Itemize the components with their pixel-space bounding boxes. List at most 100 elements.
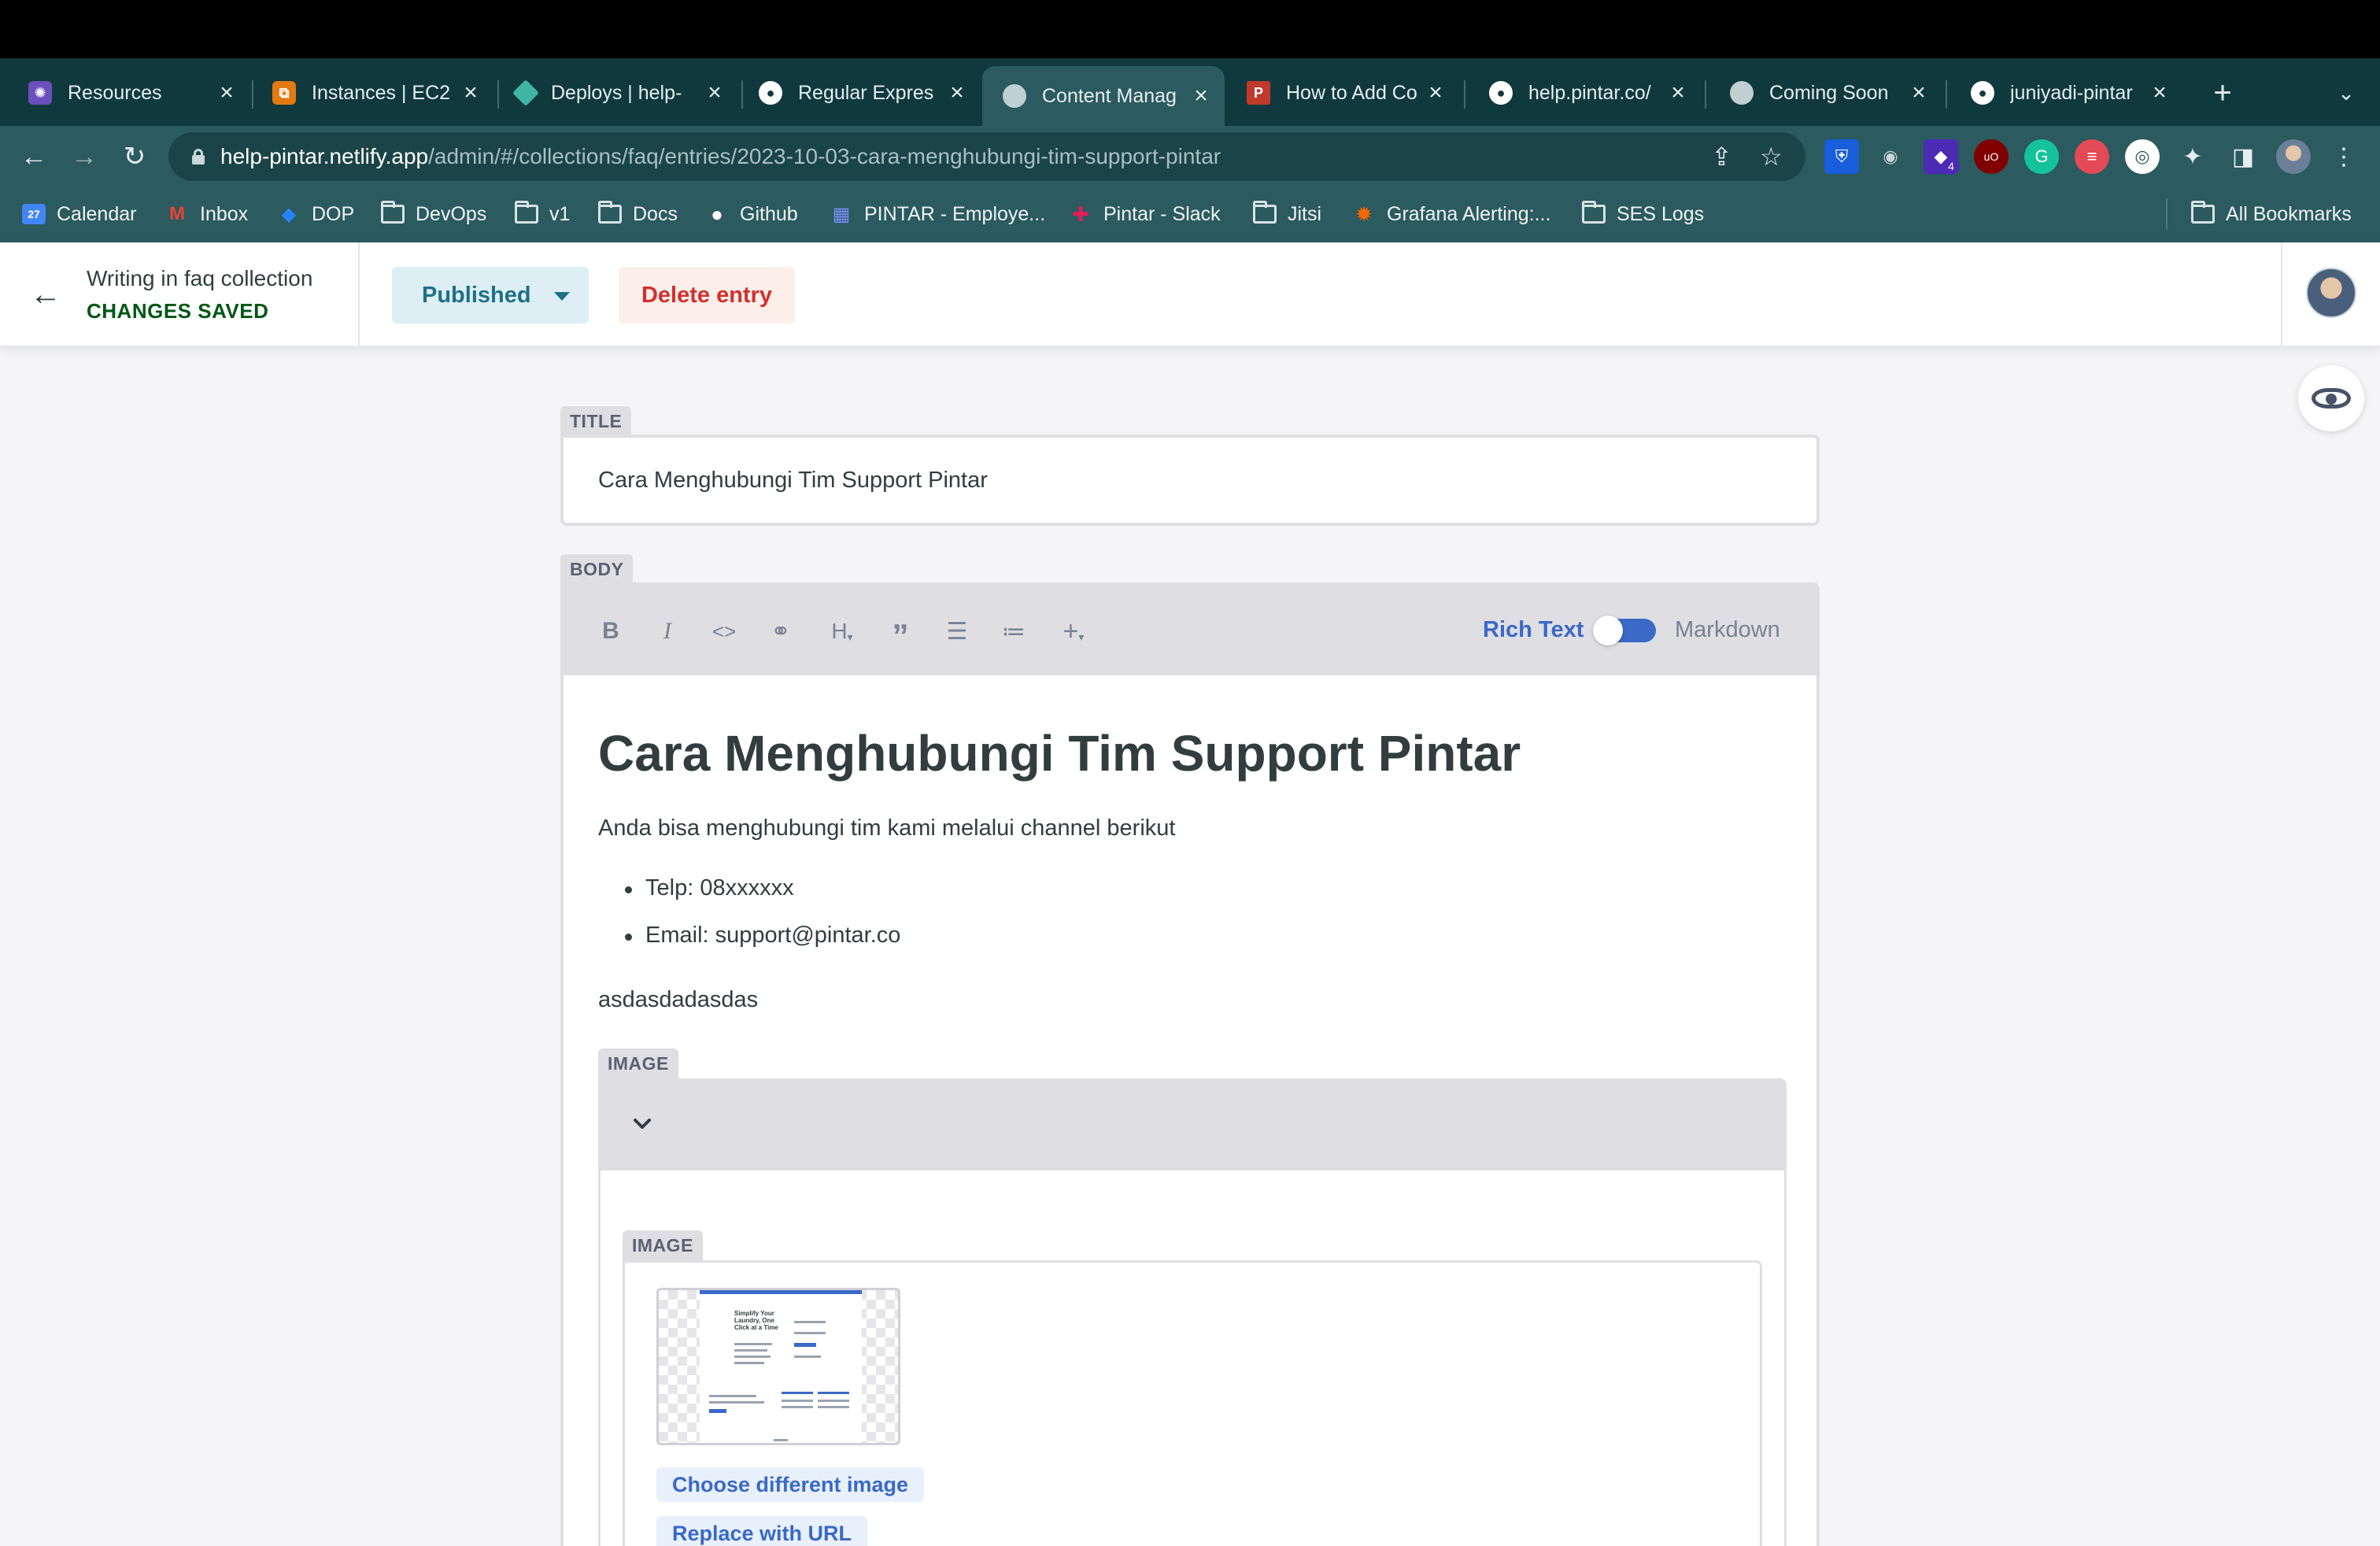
close-icon[interactable]: × [1187, 83, 1215, 109]
bookmark-label: Docs [633, 202, 678, 225]
numbered-list-icon[interactable]: ≔ [995, 612, 1033, 650]
add-component-icon[interactable]: + ▾ [1051, 612, 1096, 650]
todoist-icon[interactable]: ≡ [2075, 139, 2109, 174]
tab-regular-expressions[interactable]: ● Regular Expres × [730, 66, 981, 120]
bookmark-label: DevOps [416, 202, 487, 225]
bookmark-pintar-employee[interactable]: ▦ PINTAR - Employe... [830, 200, 1045, 228]
tab-content-manager[interactable]: Content Manag × [982, 66, 1225, 126]
bullet-list-icon[interactable]: ☰ [938, 612, 976, 650]
tab-help-pintar[interactable]: ● help.pintar.co/ × [1461, 66, 1702, 120]
content-paragraph[interactable]: asdasdadasdas [598, 987, 758, 1013]
bookmark-v1[interactable]: v1 [515, 200, 570, 228]
image-field-label: IMAGE [623, 1230, 703, 1260]
tab-title: Deploys | help- [551, 81, 682, 104]
tab-juniyadi-pintar[interactable]: ● juniyadi-pintar × [1942, 66, 2183, 120]
tab-title: How to Add Co [1286, 81, 1417, 104]
profile-avatar[interactable] [2276, 139, 2311, 174]
tab-coming-soon[interactable]: Coming Soon × [1702, 66, 1942, 120]
camera-icon[interactable]: ◉ [1873, 139, 1908, 174]
close-icon[interactable]: × [456, 80, 485, 106]
italic-icon[interactable]: I [649, 612, 686, 650]
tab-title: Coming Soon [1769, 81, 1889, 104]
heading-icon[interactable]: H ▾ [820, 612, 864, 650]
bookmark-grafana[interactable]: ✹ Grafana Alerting:... [1352, 200, 1550, 228]
content-heading[interactable]: Cara Menghubungi Tim Support Pintar [598, 724, 1521, 782]
bookmark-dop[interactable]: ◆ DOP [277, 200, 354, 228]
back-arrow-icon[interactable]: ← [28, 277, 63, 312]
url-bar[interactable]: help-pintar.netlify.app/admin/#/collecti… [168, 132, 1805, 181]
circle-extension-icon[interactable]: ◎ [2125, 139, 2160, 174]
bold-icon[interactable]: B [592, 612, 630, 650]
thumbnail-button [782, 1392, 813, 1394]
bookmark-ses-logs[interactable]: SES Logs [1582, 200, 1704, 228]
markdown-label: Markdown [1675, 617, 1780, 642]
markdown-toggle[interactable] [1593, 616, 1656, 645]
bookmark-github[interactable]: ● Github [705, 200, 798, 228]
folder-icon [381, 201, 405, 224]
image-thumbnail[interactable]: Simplify Your Laundry, One Click at a Ti… [656, 1288, 900, 1445]
forward-icon[interactable]: → [65, 137, 104, 176]
url-path: /admin/#/collections/faq/entries/2023-10… [428, 144, 1221, 168]
grammarly-icon[interactable]: G [2024, 139, 2059, 174]
thumbnail-line [794, 1321, 826, 1323]
code-icon[interactable]: <> [705, 612, 743, 650]
bookmark-calendar[interactable]: 27 Calendar [22, 200, 136, 228]
reload-icon[interactable]: ↻ [115, 137, 154, 176]
bookmark-inbox[interactable]: M Inbox [165, 200, 248, 228]
new-tab-button[interactable]: + [2199, 69, 2246, 117]
all-bookmarks[interactable]: All Bookmarks [2191, 200, 2352, 228]
bookmarks-divider [2166, 198, 2168, 230]
publish-status-dropdown[interactable]: Published [392, 267, 589, 324]
close-icon[interactable]: × [2145, 80, 2174, 106]
bookmark-jitsi[interactable]: Jitsi [1253, 200, 1321, 228]
list-item[interactable]: Telp: 08xxxxxx [625, 875, 794, 901]
choose-image-button[interactable]: Choose different image [656, 1467, 925, 1502]
gmail-icon: M [169, 203, 185, 224]
tab-how-to-add[interactable]: P How to Add Co × [1218, 66, 1459, 120]
tab-resources[interactable]: ✺ Resources × [0, 66, 250, 120]
title-input[interactable]: Cara Menghubungi Tim Support Pintar [560, 435, 1820, 526]
close-icon[interactable]: × [700, 80, 729, 106]
bookmark-label: v1 [549, 202, 571, 225]
quote-icon[interactable]: ” [881, 612, 919, 654]
sidebar-icon[interactable]: ◨ [2226, 139, 2260, 174]
close-icon[interactable]: × [1421, 80, 1450, 106]
delete-entry-button[interactable]: Delete entry [619, 267, 795, 324]
back-icon[interactable]: ← [14, 137, 54, 176]
aws-ec2-icon: ⧉ [272, 81, 296, 105]
cms-header: ← Writing in faq collection CHANGES SAVE… [0, 242, 2380, 346]
replace-with-url-button[interactable]: Replace with URL [656, 1516, 868, 1546]
chevron-down-icon[interactable] [629, 1111, 656, 1137]
thumbnail-page: Simplify Your Laundry, One Click at a Ti… [700, 1290, 862, 1443]
more-menu-icon[interactable]: ⋮ [2326, 139, 2361, 174]
thumbnail-line [794, 1356, 821, 1358]
puzzle-icon[interactable]: ✦ [2175, 139, 2210, 174]
content-paragraph[interactable]: Anda bisa menghubungi tim kami melalui c… [598, 816, 1175, 841]
list-item[interactable]: Email: support@pintar.co [624, 923, 900, 949]
tab-deploys[interactable]: Deploys | help- × [488, 66, 738, 120]
github-icon: ● [711, 202, 723, 226]
slack-icon: ✚ [1072, 202, 1089, 226]
star-icon[interactable]: ☆ [1760, 142, 1783, 172]
link-icon[interactable]: ⚭ [762, 612, 800, 650]
close-icon[interactable]: × [1664, 80, 1692, 106]
bookmark-devops[interactable]: DevOps [381, 200, 486, 228]
close-icon[interactable]: × [943, 80, 971, 106]
ublock-icon[interactable]: uO [1974, 139, 2009, 174]
bitwarden-icon[interactable]: ⛨ [1824, 139, 1859, 174]
preview-toggle-button[interactable] [2298, 365, 2364, 431]
close-icon[interactable]: × [213, 80, 241, 106]
tab-instances[interactable]: ⧉ Instances | EC2 × [244, 66, 494, 120]
user-avatar[interactable] [2306, 268, 2356, 318]
bookmark-label: Grafana Alerting:... [1387, 202, 1551, 225]
grafana-icon: ✹ [1355, 202, 1373, 226]
bookmark-docs[interactable]: Docs [598, 200, 678, 228]
lock-icon [192, 149, 205, 165]
bookmarks-bar: 27 Calendar M Inbox ◆ DOP DevOps v1 Docs ● G… [0, 187, 2380, 242]
close-icon[interactable]: × [1905, 80, 1933, 106]
thumbnail-line [782, 1406, 813, 1408]
share-icon[interactable]: ⇪ [1711, 142, 1732, 172]
tab-search-button[interactable]: ⌄ [2326, 69, 2366, 117]
bookmark-pintar-slack[interactable]: ✚ Pintar - Slack [1069, 200, 1221, 228]
bookmark-label: Calendar [57, 202, 137, 225]
